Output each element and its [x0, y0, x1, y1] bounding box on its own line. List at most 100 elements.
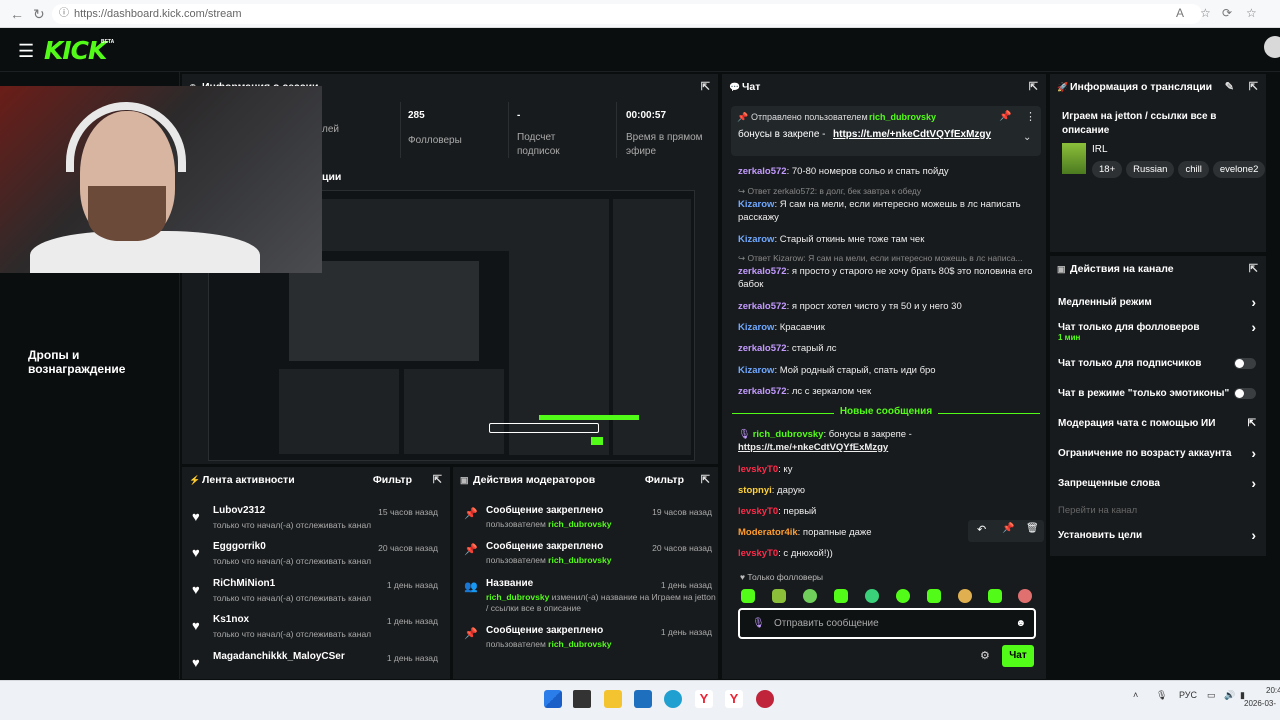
yandex-browser-icon[interactable]: Y	[695, 690, 713, 708]
menu-icon[interactable]: ☰	[18, 41, 34, 62]
reply-icon[interactable]: ↶	[977, 523, 986, 536]
file-explorer-icon[interactable]	[604, 690, 622, 708]
emote-icon[interactable]	[927, 589, 941, 603]
chat-username[interactable]: zerkalo572	[738, 266, 787, 277]
clock-date[interactable]: 2026-03-	[1244, 699, 1276, 708]
chat-username[interactable]: levskyT0	[738, 464, 778, 475]
extensions-icon[interactable]: ⟳	[1222, 6, 1232, 20]
action-slow-mode[interactable]: Медленный режим ›	[1058, 294, 1260, 310]
emote-icon[interactable]	[1018, 589, 1032, 603]
edit-icon[interactable]: ✎	[1225, 74, 1234, 100]
chat-link[interactable]: https://t.me/+nkeCdtVQYfExMzgy	[738, 442, 888, 453]
action-set-goals[interactable]: Установить цели ›	[1058, 527, 1260, 543]
popout-icon[interactable]: ⇱	[433, 467, 442, 493]
chat-username[interactable]: zerkalo572	[738, 343, 787, 354]
chat-username[interactable]: levskyT0	[738, 548, 778, 559]
reader-icon[interactable]: A	[1176, 6, 1184, 20]
edge-icon[interactable]	[664, 690, 682, 708]
network-icon[interactable]: ▭	[1207, 690, 1216, 701]
task-view-icon[interactable]	[573, 690, 591, 708]
chat-username[interactable]: zerkalo572	[738, 301, 787, 312]
feed-user[interactable]: Egggorrik0	[213, 541, 266, 552]
nav-drops-rewards[interactable]: Дропы и вознаграждение	[28, 348, 179, 376]
action-banned-words[interactable]: Запрещенные слова ›	[1058, 475, 1260, 491]
more-icon[interactable]: ⋮	[1025, 110, 1036, 123]
popout-icon[interactable]: ⇱	[1249, 74, 1258, 100]
chat-settings-icon[interactable]: ⚙	[980, 649, 990, 662]
chat-username[interactable]: Moderator4ik	[738, 527, 798, 538]
profile-avatar[interactable]	[1264, 36, 1280, 58]
volume-icon[interactable]: 🔊	[1224, 690, 1235, 701]
mod-user-link[interactable]: rich_dubrovsky	[486, 592, 549, 602]
language-indicator[interactable]: РУС	[1179, 690, 1197, 700]
tray-chevron-icon[interactable]: ˄	[1133, 690, 1138, 700]
emote-icon[interactable]	[988, 589, 1002, 603]
start-icon[interactable]	[544, 690, 562, 708]
pin-icon[interactable]: 📌	[1002, 523, 1014, 534]
emoji-icon[interactable]: ☻	[1015, 610, 1026, 637]
emote-icon[interactable]	[803, 589, 817, 603]
popout-icon[interactable]: ⇱	[1249, 256, 1258, 282]
emote-icon[interactable]	[865, 589, 879, 603]
popout-icon[interactable]: ⇱	[701, 467, 710, 493]
mic-icon[interactable]: 🎙	[1156, 690, 1167, 701]
popout-icon[interactable]: ⇱	[701, 74, 710, 100]
pinned-user[interactable]: rich_dubrovsky	[869, 112, 936, 122]
feed-sub: только что начал(-а) отслеживать канал	[213, 593, 372, 603]
mod-user-link[interactable]: rich_dubrovsky	[548, 519, 611, 529]
chat-input[interactable]: 🎙 Отправить сообщение ☻	[738, 608, 1036, 639]
feed-user[interactable]: Lubov2312	[213, 505, 265, 516]
address-bar[interactable]: ⓘ https://dashboard.kick.com/stream	[52, 4, 1202, 24]
app-icon[interactable]	[756, 690, 774, 708]
favorites-list-icon[interactable]: ☆	[1246, 6, 1257, 20]
feed-filter-button[interactable]: Фильтр	[373, 467, 412, 493]
kick-logo[interactable]: KICK	[44, 36, 107, 65]
chat-username[interactable]: rich_dubrovsky	[753, 429, 824, 440]
chat-send-button[interactable]: Чат	[1002, 645, 1034, 667]
mod-filter-button[interactable]: Фильтр	[645, 467, 684, 493]
feed-user[interactable]: RiChMiNion1	[213, 578, 275, 589]
action-go-to-channel[interactable]: Перейти на канал	[1058, 505, 1260, 516]
emotes-only-toggle[interactable]	[1234, 388, 1256, 399]
emote-icon[interactable]	[958, 589, 972, 603]
reload-icon[interactable]: ↻	[33, 6, 45, 23]
emote-icon[interactable]	[834, 589, 848, 603]
chat-username[interactable]: stopnyi	[738, 485, 772, 496]
action-account-age[interactable]: Ограничение по возрасту аккаунта ›	[1058, 445, 1260, 461]
chat-username[interactable]: Kizarow	[738, 234, 774, 245]
chevron-down-icon[interactable]: ⌄	[1023, 132, 1031, 143]
stream-category[interactable]: IRL	[1092, 144, 1108, 155]
mod-user-link[interactable]: rich_dubrovsky	[548, 639, 611, 649]
tag-chip: 18+	[1092, 161, 1123, 178]
back-icon[interactable]: ←	[10, 6, 24, 22]
site-info-icon[interactable]: ⓘ	[59, 4, 69, 24]
emote-icon[interactable]	[896, 589, 910, 603]
chat-username[interactable]: zerkalo572	[738, 386, 787, 397]
chat-username[interactable]: levskyT0	[738, 506, 778, 517]
emote-icon[interactable]	[741, 589, 755, 603]
mod-action-sub: rich_dubrovsky изменил(-а) название на И…	[486, 592, 716, 613]
category-thumbnail[interactable]	[1062, 143, 1086, 174]
store-icon[interactable]	[634, 690, 652, 708]
subscribers-only-toggle[interactable]	[1234, 358, 1256, 369]
yandex-icon[interactable]: Y	[725, 690, 743, 708]
pinned-link[interactable]: https://t.me/+nkeCdtVQYfExMzgy	[833, 129, 991, 140]
chat-username[interactable]: Kizarow	[738, 365, 774, 376]
mod-user-link[interactable]: rich_dubrovsky	[548, 555, 611, 565]
delete-icon[interactable]: 🗑	[1026, 523, 1039, 534]
favorite-icon[interactable]: ☆	[1200, 6, 1211, 20]
action-followers-only[interactable]: Чат только для фолловеров › 1 мин	[1058, 319, 1260, 342]
message-actions: ↶ 📌 🗑	[968, 520, 1044, 542]
chat-username[interactable]: Kizarow	[738, 322, 774, 333]
chat-message: zerkalo572: лс с зеркалом чек	[738, 386, 872, 397]
clock-time[interactable]: 20:4	[1266, 686, 1280, 695]
feed-user[interactable]: Magadanchikkk_MaloyCSer	[213, 651, 345, 662]
emote-icon[interactable]	[772, 589, 786, 603]
feed-item: ♥ Lubov2312 15 часов назад только что на…	[190, 505, 442, 541]
action-ai-moderation[interactable]: Модерация чата с помощью ИИ ⇱	[1058, 418, 1260, 429]
feed-user[interactable]: Ks1nox	[213, 614, 249, 625]
unpin-icon[interactable]: 📌	[999, 111, 1011, 122]
chat-username[interactable]: zerkalo572	[738, 166, 787, 177]
chat-username[interactable]: Kizarow	[738, 199, 774, 210]
popout-icon[interactable]: ⇱	[1029, 74, 1038, 100]
